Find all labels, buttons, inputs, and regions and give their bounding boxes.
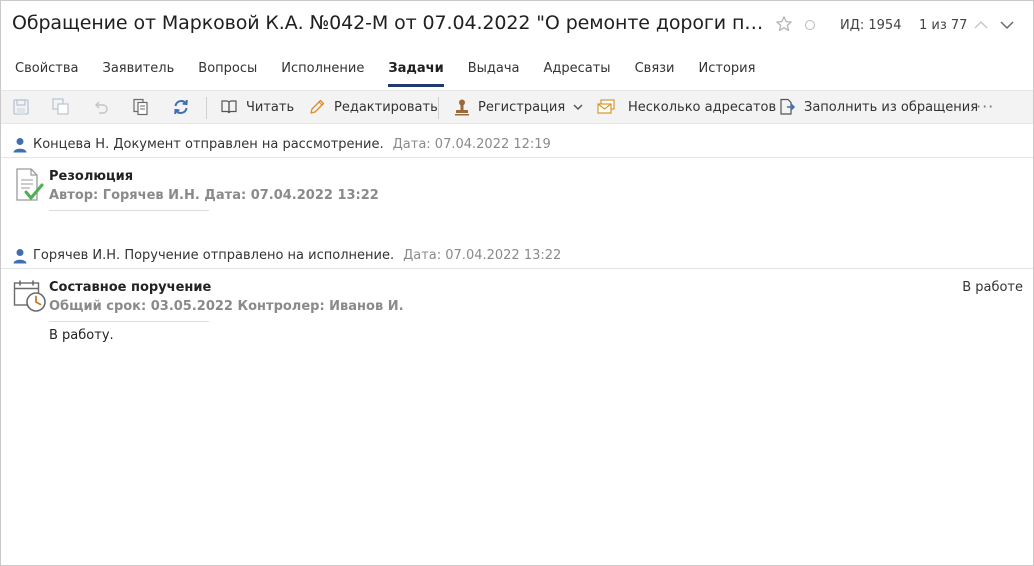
tab-history[interactable]: История: [687, 55, 768, 87]
feed-event-1: Концева Н. Документ отправлен на рассмот…: [1, 132, 1033, 158]
chevron-down-icon: [573, 104, 583, 111]
refresh-icon[interactable]: [172, 98, 190, 116]
event-author-text: Концева Н. Документ отправлен на рассмот…: [33, 137, 384, 152]
edit-button[interactable]: Редактировать: [308, 91, 438, 123]
status-circle-icon[interactable]: [805, 20, 815, 30]
fill-document-icon: [780, 98, 796, 115]
tab-addressees[interactable]: Адресаты: [531, 55, 622, 87]
tab-applicant[interactable]: Заявитель: [91, 55, 187, 87]
save-icon[interactable]: [12, 98, 30, 116]
task-meta: Автор: Горячев И.Н. Дата: 07.04.2022 13:…: [49, 188, 379, 203]
favorite-star-icon[interactable]: [775, 15, 793, 33]
toolbar-separator: [206, 97, 207, 119]
user-icon: [13, 248, 27, 263]
multiple-addressees-button[interactable]: Несколько адресатов: [596, 91, 776, 123]
undo-icon[interactable]: [92, 98, 110, 116]
tab-issuance[interactable]: Выдача: [456, 55, 532, 87]
save-as-icon[interactable]: [52, 98, 70, 116]
multiple-addressees-label: Несколько адресатов: [628, 99, 777, 115]
read-button[interactable]: Читать: [220, 91, 294, 123]
event-date: Дата: 07.04.2022 13:22: [403, 248, 562, 263]
title-bar: Обращение от Марковой К.А. №042-М от 07.…: [1, 1, 1033, 51]
envelopes-icon: [597, 99, 615, 114]
record-pager: 1 из 77: [919, 18, 968, 33]
fill-from-request-button[interactable]: Заполнить из обращения: [778, 91, 978, 123]
task-divider: [49, 321, 209, 322]
tab-bar: Свойства Заявитель Вопросы Исполнение За…: [1, 55, 1033, 87]
event-author-text: Горячев И.Н. Поручение отправлено на исп…: [33, 248, 395, 263]
task-composite-assignment[interactable]: Составное поручение В работе Общий срок:…: [1, 279, 1033, 349]
task-divider: [49, 210, 209, 211]
calendar-clock-icon: [13, 280, 46, 312]
edit-label: Редактировать: [334, 99, 438, 115]
resolution-document-icon: [16, 168, 44, 201]
task-title[interactable]: Составное поручение: [49, 280, 211, 295]
event-date: Дата: 07.04.2022 12:19: [392, 137, 551, 152]
more-actions-button[interactable]: ···: [976, 97, 994, 116]
chevron-up-icon[interactable]: [973, 18, 989, 32]
copy-icon[interactable]: [132, 98, 150, 116]
toolbar: Читать Редактировать Регистрация Несколь…: [1, 90, 1033, 124]
tab-properties[interactable]: Свойства: [1, 55, 91, 87]
book-icon: [221, 100, 237, 114]
user-icon: [13, 137, 27, 152]
document-title: Обращение от Марковой К.А. №042-М от 07.…: [12, 12, 767, 34]
tab-links[interactable]: Связи: [623, 55, 687, 87]
document-window: Обращение от Марковой К.А. №042-М от 07.…: [0, 0, 1034, 566]
task-status: В работе: [962, 280, 1023, 295]
tab-tasks[interactable]: Задачи: [376, 55, 455, 87]
registration-dropdown[interactable]: Регистрация: [454, 91, 584, 123]
tab-questions[interactable]: Вопросы: [186, 55, 269, 87]
fill-from-request-label: Заполнить из обращения: [804, 99, 979, 115]
tab-execution[interactable]: Исполнение: [269, 55, 376, 87]
task-resolution[interactable]: Резолюция Автор: Горячев И.Н. Дата: 07.0…: [1, 168, 1033, 218]
stamp-icon: [455, 99, 469, 116]
registration-label: Регистрация: [478, 99, 566, 115]
read-label: Читать: [246, 99, 295, 115]
task-note: В работу.: [49, 328, 114, 343]
task-meta: Общий срок: 03.05.2022 Контролер: Иванов…: [49, 299, 404, 314]
toolbar-separator: [438, 97, 439, 119]
feed-event-2: Горячев И.Н. Поручение отправлено на исп…: [1, 243, 1033, 269]
chevron-down-icon[interactable]: [999, 18, 1015, 32]
task-title[interactable]: Резолюция: [49, 169, 133, 184]
document-id: ИД: 1954: [840, 18, 902, 33]
pencil-icon: [310, 99, 325, 114]
